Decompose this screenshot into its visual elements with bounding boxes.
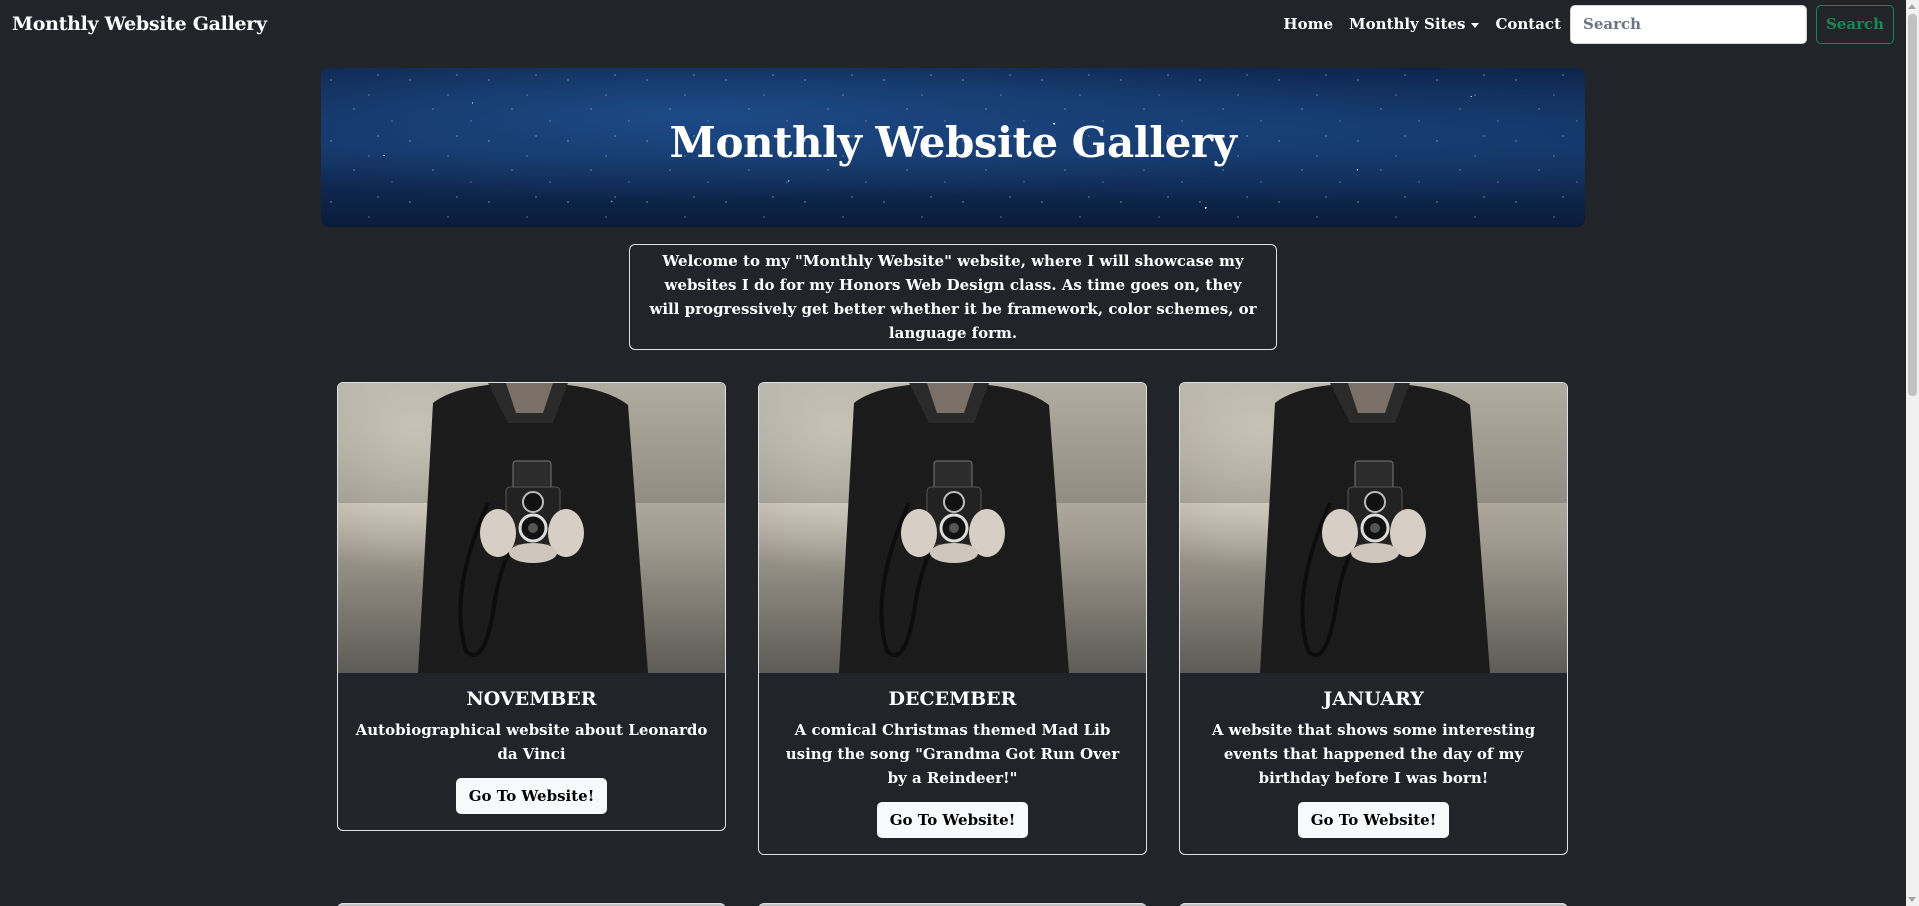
- card-body: NOVEMBER Autobiographical website about …: [338, 673, 725, 830]
- card-title: JANUARY: [1323, 688, 1424, 710]
- card-text: A website that shows some interesting ev…: [1211, 721, 1536, 787]
- hero-banner: Monthly Website Gallery: [321, 68, 1585, 227]
- camera-photo: [1180, 383, 1567, 673]
- card-body: DECEMBER A comical Christmas themed Mad …: [759, 673, 1146, 854]
- navbar: Monthly Website Gallery Home Monthly Sit…: [0, 0, 1906, 48]
- go-to-website-button[interactable]: Go To Website!: [455, 778, 608, 814]
- nav-dropdown-monthly-sites[interactable]: Monthly Sites: [1349, 15, 1480, 33]
- card-image: [1180, 383, 1567, 673]
- card-text: Autobiographical website about Leonardo …: [355, 721, 708, 763]
- card-november: NOVEMBER Autobiographical website about …: [337, 382, 726, 831]
- card-image: [338, 383, 725, 673]
- card-body: JANUARY A website that shows some intere…: [1180, 673, 1567, 854]
- intro-box: Welcome to my "Monthly Website" website,…: [629, 244, 1277, 350]
- search-input[interactable]: [1570, 4, 1807, 44]
- hero-title: Monthly Website Gallery: [669, 118, 1237, 167]
- page: Monthly Website Gallery Home Monthly Sit…: [0, 0, 1919, 906]
- caret-down-icon: [1471, 22, 1480, 28]
- card-title: DECEMBER: [888, 688, 1017, 710]
- nav-dropdown-label: Monthly Sites: [1349, 15, 1466, 33]
- card-title: NOVEMBER: [466, 688, 597, 710]
- card-january: JANUARY A website that shows some intere…: [1179, 382, 1568, 855]
- go-to-website-button[interactable]: Go To Website!: [876, 802, 1029, 838]
- camera-photo: [759, 383, 1146, 673]
- nav-link-contact[interactable]: Contact: [1495, 15, 1561, 33]
- search-button[interactable]: Search: [1816, 4, 1894, 44]
- scrollbar-thumb[interactable]: [1908, 14, 1917, 396]
- scroll-up-arrow-icon[interactable]: [1908, 4, 1916, 9]
- vertical-scrollbar[interactable]: [1906, 0, 1919, 906]
- brand-link[interactable]: Monthly Website Gallery: [12, 13, 267, 35]
- nav-menu: Home Monthly Sites Contact Search: [1267, 4, 1894, 44]
- card-text: A comical Christmas themed Mad Lib using…: [785, 721, 1120, 787]
- scroll-down-arrow-icon[interactable]: [1908, 897, 1916, 902]
- camera-photo: [338, 383, 725, 673]
- card-december: DECEMBER A comical Christmas themed Mad …: [758, 382, 1147, 855]
- intro-text: Welcome to my "Monthly Website" website,…: [649, 252, 1257, 342]
- go-to-website-button[interactable]: Go To Website!: [1297, 802, 1450, 838]
- card-image: [759, 383, 1146, 673]
- nav-link-home[interactable]: Home: [1283, 15, 1333, 33]
